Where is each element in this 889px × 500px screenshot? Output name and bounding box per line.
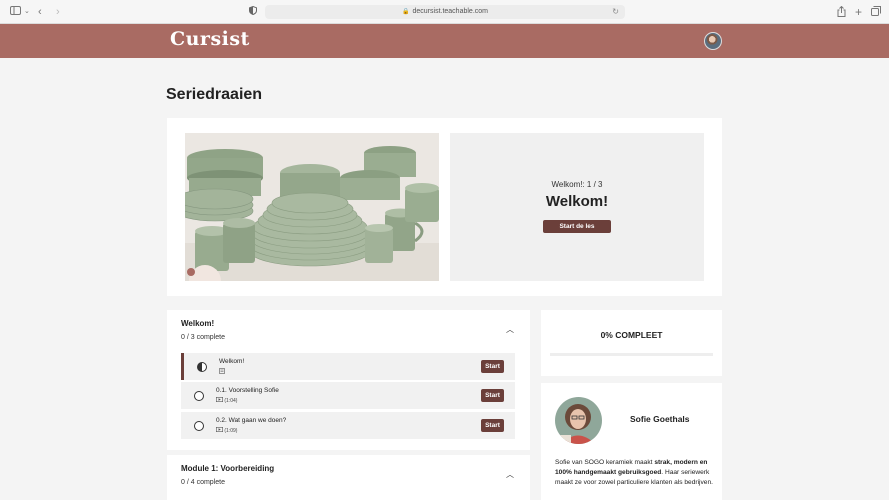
video-icon xyxy=(216,427,224,434)
next-lesson-title: Welkom! xyxy=(545,193,609,210)
lesson-duration: (1:09) xyxy=(216,427,237,434)
module-card: Welkom! 0 / 3 complete ︿ Welkom! Start 0… xyxy=(167,310,530,450)
sidebar-toggle-icon[interactable] xyxy=(10,6,21,18)
new-tab-icon[interactable]: + xyxy=(855,6,862,18)
lesson-duration: (1:04) xyxy=(216,397,237,404)
author-name: Sofie Goethals xyxy=(630,414,690,424)
module-progress: 0 / 4 complete xyxy=(181,479,225,486)
forward-icon[interactable]: › xyxy=(56,6,60,18)
url-text: decursist.teachable.com xyxy=(412,8,488,15)
lesson-name: 0.1. Voorstelling Sofie xyxy=(216,387,279,394)
lesson-row[interactable]: Welkom! Start xyxy=(181,353,515,380)
author-card: Sofie Goethals Sofie van SOGO keramiek m… xyxy=(541,383,722,500)
browser-toolbar: ⌄ ‹ › 🔒 decursist.teachable.com ↻ + xyxy=(0,0,889,24)
author-bio: Sofie van SOGO keramiek maakt strak, mod… xyxy=(555,458,715,488)
privacy-shield-icon[interactable] xyxy=(249,5,257,18)
lesson-name: Welkom! xyxy=(219,358,245,365)
module-progress: 0 / 3 complete xyxy=(181,334,225,341)
module-card: Module 1: Voorbereiding 0 / 4 complete ︿ xyxy=(167,455,530,500)
module-title[interactable]: Welkom! xyxy=(181,319,214,328)
progress-label: 0% COMPLEET xyxy=(600,330,663,340)
course-progress-card: 0% COMPLEET xyxy=(541,310,722,376)
reload-icon[interactable]: ↻ xyxy=(612,5,619,19)
lesson-duration-text: (1:09) xyxy=(224,428,238,434)
share-icon[interactable] xyxy=(837,5,846,20)
progress-half-circle-icon xyxy=(197,362,207,372)
chevron-down-icon[interactable]: ⌄ xyxy=(24,6,30,18)
lesson-row[interactable]: 0.1. Voorstelling Sofie (1:04) Start xyxy=(181,382,515,409)
lesson-name: 0.2. Wat gaan we doen? xyxy=(216,417,287,424)
site-header: Cursist xyxy=(0,24,889,58)
module-title[interactable]: Module 1: Voorbereiding xyxy=(181,464,274,473)
lock-icon: 🔒 xyxy=(402,9,410,15)
text-lesson-icon xyxy=(219,368,225,376)
user-avatar[interactable] xyxy=(704,32,722,50)
address-bar[interactable]: 🔒 decursist.teachable.com ↻ xyxy=(265,5,625,19)
course-hero-card: Welkom!: 1 / 3 Welkom! Start de les xyxy=(167,118,722,296)
progress-empty-circle-icon xyxy=(194,391,204,401)
course-cover-image xyxy=(185,133,439,281)
chevron-up-icon[interactable]: ︿ xyxy=(506,324,514,335)
progress-empty-circle-icon xyxy=(194,421,204,431)
video-icon xyxy=(216,397,224,404)
chevron-up-icon[interactable]: ︿ xyxy=(506,469,514,480)
start-button[interactable]: Start xyxy=(481,360,504,373)
start-button[interactable]: Start xyxy=(481,389,504,402)
next-lesson-panel: Welkom!: 1 / 3 Welkom! Start de les xyxy=(450,133,704,281)
next-lesson-subtitle: Welkom!: 1 / 3 xyxy=(551,180,603,189)
start-lesson-button[interactable]: Start de les xyxy=(543,220,611,233)
progress-bar xyxy=(550,353,713,356)
lesson-duration-text: (1:04) xyxy=(224,398,238,404)
site-logo[interactable]: Cursist xyxy=(170,28,250,50)
start-button[interactable]: Start xyxy=(481,419,504,432)
author-photo xyxy=(555,397,602,444)
page-title: Seriedraaien xyxy=(166,86,263,103)
tab-overview-icon[interactable] xyxy=(871,6,881,19)
author-bio-intro: Sofie van SOGO keramiek maakt xyxy=(555,459,655,466)
back-icon[interactable]: ‹ xyxy=(38,6,42,18)
lesson-row[interactable]: 0.2. Wat gaan we doen? (1:09) Start xyxy=(181,412,515,439)
